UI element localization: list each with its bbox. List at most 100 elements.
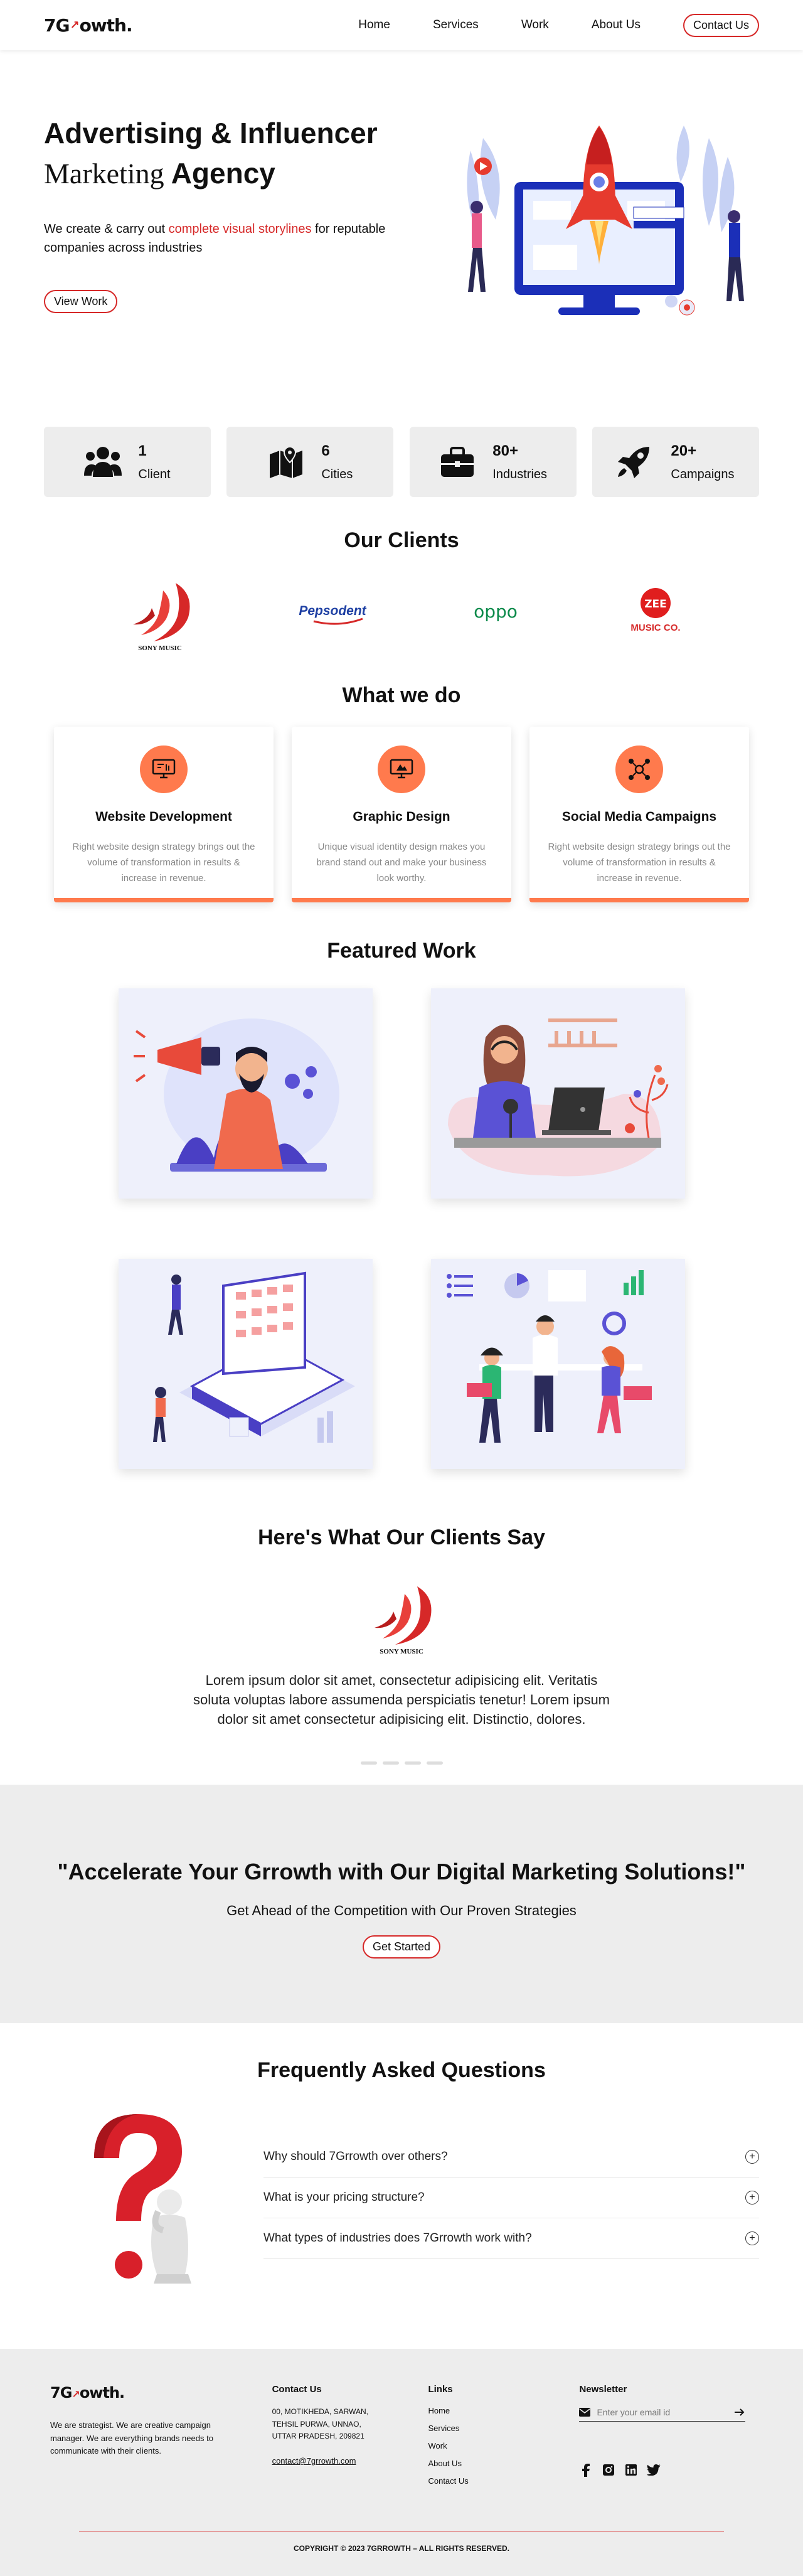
service-cards: Website Development Right website design… — [0, 727, 803, 902]
work-card[interactable] — [430, 988, 685, 1199]
nav-home[interactable]: Home — [358, 18, 390, 32]
carousel-dot[interactable] — [404, 1761, 421, 1765]
instagram-icon[interactable] — [602, 2463, 615, 2477]
service-card[interactable]: Website Development Right website design… — [54, 727, 274, 902]
services-title: What we do — [342, 683, 461, 707]
hero-desc-before: We create & carry out — [44, 222, 169, 236]
sony-music-logo: SONY MUSIC — [133, 583, 190, 652]
footer-logo[interactable]: 7G↗owth. — [50, 2384, 125, 2402]
stat-industries: 80+ Industries — [409, 427, 577, 497]
footer-link-home[interactable]: Home — [428, 2406, 579, 2415]
arrow-right-icon[interactable] — [734, 2408, 745, 2417]
logo-suffix: owth. — [79, 14, 133, 36]
hero-rocket-illustration — [467, 126, 744, 316]
music-co-label: MUSIC CO. — [630, 623, 680, 633]
clients-section: Our Clients SONY MUSIC Pepsodent oppo ZE… — [0, 528, 803, 653]
contact-button[interactable]: Contact Us — [683, 13, 759, 37]
sony-music-label: SONY MUSIC — [138, 644, 182, 652]
client-logos: SONY MUSIC Pepsodent oppo ZEE MUSIC CO. — [0, 572, 803, 653]
footer-about-column: 7G↗owth. We are strategist. We are creat… — [50, 2384, 272, 2494]
hero-title-line1: Advertising & Influencer — [44, 117, 378, 149]
carousel-dot[interactable] — [426, 1761, 443, 1765]
footer-address: 00, MOTIKHEDA, SARWAN, TEHSIL PURWA, UNN… — [272, 2407, 368, 2440]
zee-music-logo: ZEE MUSIC CO. — [630, 588, 681, 633]
envelope-icon — [579, 2408, 591, 2417]
copyright-text: COPYRIGHT © 2023 7GRROWTH – ALL RIGHTS R… — [293, 2544, 509, 2553]
footer-newsletter-column: Newsletter — [579, 2384, 753, 2494]
expand-plus-icon[interactable]: + — [745, 2191, 759, 2205]
footer-link-about[interactable]: About Us — [428, 2459, 579, 2468]
footer-links-column: Links Home Services Work About Us Contac… — [428, 2384, 579, 2494]
hero-section: Advertising & Influencer Marketing Agenc… — [0, 50, 803, 402]
stat-campaigns: 20+ Campaigns — [592, 427, 759, 497]
oppo-label: oppo — [474, 601, 518, 622]
footer-links-heading: Links — [428, 2384, 453, 2395]
team-meeting-illustration — [447, 1269, 652, 1443]
carousel-dot[interactable] — [360, 1761, 377, 1765]
view-work-button[interactable]: View Work — [44, 289, 118, 313]
cta-title: "Accelerate Your Grrowth with Our Digita… — [57, 1859, 746, 1885]
footer-links: Home Services Work About Us Contact Us — [428, 2406, 579, 2486]
cta-subtitle: Get Ahead of the Competition with Our Pr… — [226, 1903, 577, 1919]
faq-item[interactable]: Why should 7Grrowth over others? + — [263, 2137, 759, 2178]
podcast-illustration — [448, 1018, 669, 1176]
work-card[interactable] — [118, 1259, 373, 1469]
logo[interactable]: 7G ↗ owth. — [44, 14, 133, 36]
service-description: Unique visual identity design makes you … — [316, 842, 487, 884]
service-title: Website Development — [95, 810, 232, 824]
work-card[interactable] — [430, 1259, 685, 1469]
stat-value: 80+ — [492, 442, 519, 459]
service-card[interactable]: Graphic Design Unique visual identity de… — [292, 727, 511, 902]
footer-email-link[interactable]: contact@7grrowth.com — [272, 2456, 356, 2466]
rocket-icon — [618, 447, 650, 478]
cta-section: "Accelerate Your Grrowth with Our Digita… — [0, 1785, 803, 2024]
faq-question: What types of industries does 7Grrowth w… — [263, 2231, 532, 2245]
footer-link-services[interactable]: Services — [428, 2424, 579, 2433]
facebook-icon[interactable] — [579, 2463, 593, 2477]
service-description: Right website design strategy brings out… — [548, 842, 731, 884]
faq-question: What is your pricing structure? — [263, 2191, 425, 2205]
footer-link-work[interactable]: Work — [428, 2441, 579, 2450]
work-card[interactable] — [118, 988, 373, 1199]
twitter-icon[interactable] — [647, 2463, 661, 2477]
pepsodent-logo: Pepsodent — [299, 604, 367, 625]
pepsodent-label: Pepsodent — [299, 604, 366, 618]
social-media-icon — [615, 746, 663, 793]
footer-link-contact[interactable]: Contact Us — [428, 2476, 579, 2486]
nav-about[interactable]: About Us — [592, 18, 641, 32]
get-started-button[interactable]: Get Started — [362, 1935, 441, 1959]
newsletter-email-input[interactable] — [597, 2407, 735, 2418]
expand-plus-icon[interactable]: + — [745, 2231, 759, 2246]
main-nav: Home Services Work About Us Contact Us — [358, 13, 759, 37]
nav-services[interactable]: Services — [433, 18, 479, 32]
faq-item[interactable]: What is your pricing structure? + — [263, 2178, 759, 2219]
logo-prefix: 7G — [44, 14, 70, 36]
expand-plus-icon[interactable]: + — [745, 2150, 759, 2164]
voting-illustration — [153, 1271, 355, 1443]
newsletter-form — [579, 2403, 746, 2422]
footer-contact-column: Contact Us 00, MOTIKHEDA, SARWAN, TEHSIL… — [272, 2384, 428, 2494]
footer-contact-heading: Contact Us — [272, 2384, 322, 2395]
stat-value: 1 — [138, 442, 147, 459]
stat-value: 6 — [321, 442, 330, 459]
hero-title-bold: Agency — [171, 157, 275, 190]
carousel-dot[interactable] — [382, 1761, 399, 1765]
service-description: Right website design strategy brings out… — [72, 842, 255, 884]
stat-label: Industries — [492, 467, 548, 481]
linkedin-icon[interactable] — [624, 2463, 638, 2477]
footer-columns: 7G↗owth. We are strategist. We are creat… — [50, 2384, 753, 2494]
oppo-logo: oppo — [474, 601, 518, 622]
faq-title: Frequently Asked Questions — [257, 2058, 546, 2083]
faq-list: Why should 7Grrowth over others? + What … — [263, 2137, 759, 2290]
stats-row: 1 Client 6 Cities 80+ Industries 20+ Campaig… — [0, 427, 803, 497]
faq-item[interactable]: What types of industries does 7Grrowth w… — [263, 2218, 759, 2260]
footer-about-text: We are strategist. We are creative campa… — [50, 2420, 213, 2456]
site-header: 7G ↗ owth. Home Services Work About Us Con… — [0, 0, 803, 50]
nav-work[interactable]: Work — [521, 18, 549, 32]
stat-label: Client — [138, 467, 171, 481]
testimonials-title: Here's What Our Clients Say — [258, 1526, 545, 1549]
faq-question: Why should 7Grrowth over others? — [263, 2150, 448, 2164]
work-grid — [0, 988, 803, 1469]
service-card[interactable]: Social Media Campaigns Right website des… — [529, 727, 749, 902]
site-footer: 7G↗owth. We are strategist. We are creat… — [0, 2349, 803, 2576]
